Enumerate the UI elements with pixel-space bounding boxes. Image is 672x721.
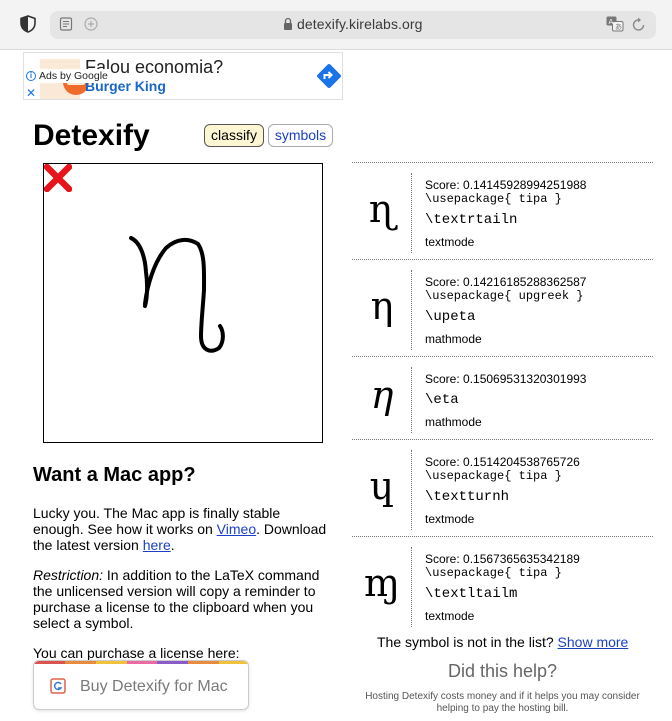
classify-tab[interactable]: classify	[204, 124, 264, 147]
result-item[interactable]: ɱ Score: 0.1567365635342189 \usepackage{…	[352, 536, 653, 633]
intro-text-3: .	[170, 537, 175, 553]
symbol-glyph[interactable]: ɥ	[352, 466, 412, 506]
vimeo-link[interactable]: Vimeo	[217, 521, 256, 537]
result-item[interactable]: η Score: 0.15069531320301993 \eta mathmo…	[352, 356, 653, 439]
gumroad-icon	[50, 678, 66, 694]
symbol-glyph[interactable]: ɱ	[352, 563, 412, 603]
result-item[interactable]: ɥ Score: 0.1514204538765726 \usepackage{…	[352, 439, 653, 536]
restriction-note: Restriction: In addition to the LaTeX co…	[33, 567, 333, 631]
did-this-help-heading: Did this help?	[447, 661, 558, 681]
restriction-label: Restriction:	[33, 567, 104, 583]
result-item[interactable]: η Score: 0.14216185288362587 \usepackage…	[352, 259, 653, 356]
not-in-list-note: The symbol is not in the list? Show more	[377, 634, 628, 650]
symbol-glyph[interactable]: η	[352, 286, 412, 326]
buy-detexify-button[interactable]: Buy Detexify for Mac	[33, 660, 249, 710]
mac-app-heading: Want a Mac app?	[33, 464, 196, 486]
lock-icon	[284, 17, 292, 30]
result-command[interactable]: \upeta	[425, 309, 475, 325]
result-package: \usepackage{ tipa }	[425, 469, 562, 483]
result-package: \usepackage{ tipa }	[425, 192, 562, 206]
result-mode: mathmode	[425, 332, 482, 346]
svg-text:A: A	[609, 18, 614, 26]
buy-button-label: Buy Detexify for Mac	[80, 678, 228, 695]
page-title: Detexify	[33, 119, 150, 152]
result-command[interactable]: \textrtailn	[425, 212, 517, 228]
add-icon[interactable]	[84, 17, 98, 31]
ad-banner[interactable]: Falou economia? Burger King i Ads by Goo…	[23, 52, 343, 100]
result-score: Score: 0.14216185288362587	[425, 275, 587, 289]
svg-text:あ: あ	[615, 23, 622, 31]
result-mode: mathmode	[425, 415, 482, 429]
result-score: Score: 0.14145928994251988	[425, 178, 587, 192]
hosting-note: Hosting Detexify costs money and if it h…	[365, 691, 640, 714]
url-text[interactable]: detexify.kirelabs.org	[297, 16, 423, 32]
download-here-link[interactable]: here	[143, 537, 171, 553]
result-command[interactable]: \textltailm	[425, 586, 517, 602]
result-mode: textmode	[425, 235, 475, 249]
result-command[interactable]: \textturnh	[425, 489, 509, 505]
ads-by-google-label[interactable]: i Ads by Google	[24, 69, 111, 83]
mac-app-intro: Lucky you. The Mac app is finally stable…	[33, 505, 333, 553]
result-command[interactable]: \eta	[425, 392, 459, 408]
privacy-shield-icon[interactable]	[19, 15, 37, 33]
reload-icon[interactable]	[632, 16, 646, 32]
symbol-glyph[interactable]: ɳ	[352, 189, 412, 229]
result-mode: textmode	[425, 512, 475, 526]
drawing-canvas[interactable]	[43, 163, 323, 443]
close-icon[interactable]: ✕	[26, 86, 36, 99]
result-score: Score: 0.1514204538765726	[425, 455, 580, 469]
translate-icon[interactable]: A あ	[606, 16, 624, 32]
show-more-link[interactable]: Show more	[558, 634, 629, 650]
result-package: \usepackage{ tipa }	[425, 566, 562, 580]
result-score: Score: 0.1567365635342189	[425, 552, 580, 566]
symbol-glyph[interactable]: η	[352, 375, 412, 415]
navigation-arrow-icon[interactable]	[315, 62, 343, 90]
clear-canvas-icon[interactable]	[44, 164, 72, 192]
symbols-tab[interactable]: symbols	[268, 124, 333, 147]
purchase-note: You can purchase a license here:	[33, 645, 240, 661]
drawn-stroke	[129, 236, 225, 353]
not-in-list-text: The symbol is not in the list?	[377, 634, 558, 650]
result-mode: textmode	[425, 609, 475, 623]
result-package: \usepackage{ upgreek }	[425, 289, 584, 303]
reader-view-icon[interactable]	[59, 17, 73, 31]
result-score: Score: 0.15069531320301993	[425, 372, 587, 386]
info-icon[interactable]: i	[26, 71, 36, 81]
browser-toolbar: detexify.kirelabs.org A あ	[0, 0, 672, 50]
result-item[interactable]: ɳ Score: 0.14145928994251988 \usepackage…	[352, 162, 653, 259]
gumroad-stripe	[34, 661, 248, 664]
ads-by-text: Ads by Google	[39, 70, 108, 82]
